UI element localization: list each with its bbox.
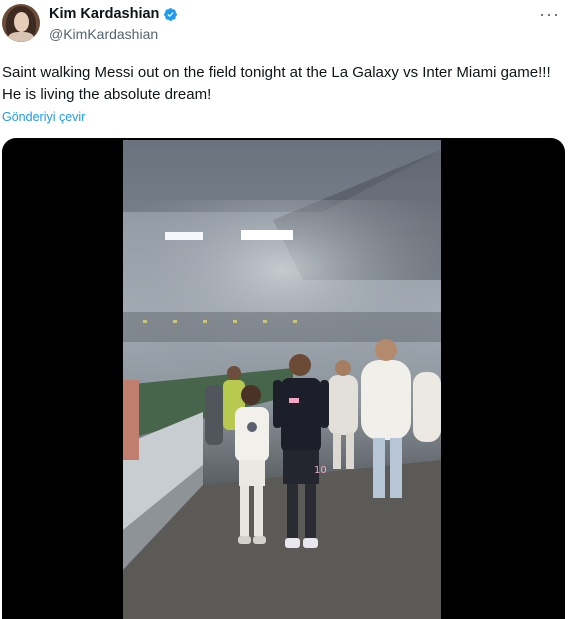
avatar[interactable]	[2, 4, 40, 42]
author-handle[interactable]: @KimKardashian	[49, 26, 158, 42]
author-name-row[interactable]: Kim Kardashian	[49, 6, 178, 22]
tweet-media[interactable]: 10	[2, 138, 565, 619]
video-frame: 10	[123, 140, 441, 619]
tweet-header: Kim Kardashian @KimKardashian ···	[0, 0, 570, 56]
verified-badge-icon	[164, 7, 178, 21]
author-name[interactable]: Kim Kardashian	[49, 6, 159, 22]
tweet-text: Saint walking Messi out on the field ton…	[2, 64, 551, 103]
video-player[interactable]: 10	[123, 140, 441, 619]
more-options-icon[interactable]: ···	[539, 4, 560, 25]
jersey-number: 10	[314, 465, 327, 476]
translate-link[interactable]: Gönderiyi çevir	[2, 110, 85, 124]
